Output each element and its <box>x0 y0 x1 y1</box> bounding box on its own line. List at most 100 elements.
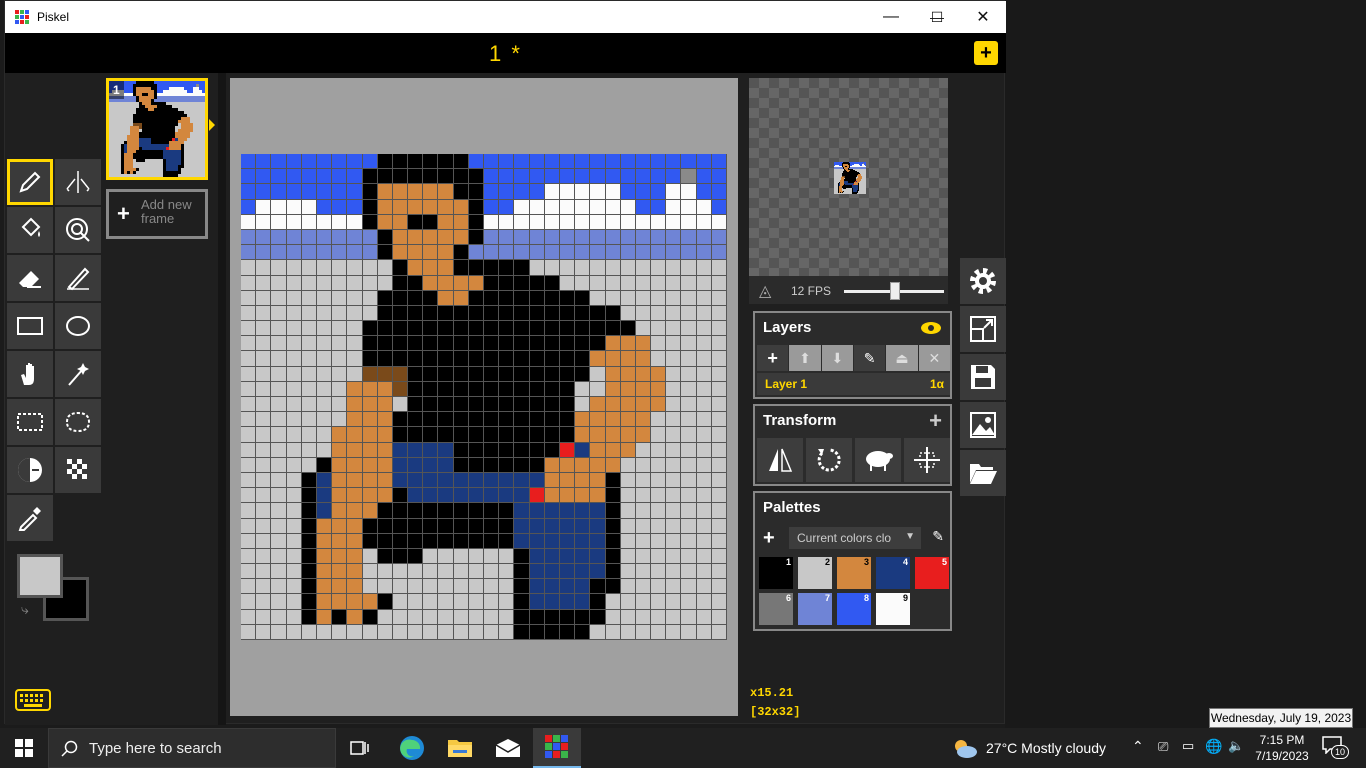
notifications-button[interactable]: 10 <box>1322 736 1350 760</box>
palette-color-swatch[interactable]: 5 <box>915 557 949 589</box>
pixel <box>529 579 545 595</box>
pixel <box>499 275 515 291</box>
document-title[interactable]: 1 * <box>5 41 1006 67</box>
volume-icon[interactable]: 🔈 <box>1228 738 1244 754</box>
palette-color-swatch[interactable]: 9 <box>876 593 910 625</box>
edit-layer-button[interactable]: ✎ <box>853 345 886 371</box>
pixel <box>605 260 621 276</box>
paint-bucket-tool[interactable] <box>7 207 53 253</box>
merge-layer-button[interactable]: ⏏ <box>886 345 918 371</box>
pixel <box>620 260 636 276</box>
pixel <box>484 594 500 610</box>
animation-preview[interactable] <box>749 78 948 276</box>
frames-scrollbar[interactable] <box>218 73 226 725</box>
pixel <box>666 245 682 261</box>
rotate-button[interactable] <box>806 438 852 482</box>
shape-selection-tool[interactable] <box>55 351 101 397</box>
palette-select[interactable]: Current colors clo ▼ <box>789 527 921 549</box>
resize-button[interactable] <box>960 306 1006 352</box>
primary-color-swatch[interactable] <box>17 554 63 598</box>
swap-colors-icon[interactable]: ⤷ <box>21 601 29 618</box>
battery-icon[interactable]: ▭ <box>1182 738 1194 754</box>
create-palette-button[interactable]: + <box>763 527 775 550</box>
pixel <box>468 290 484 306</box>
chevron-up-icon[interactable]: ⌃ <box>1132 738 1144 755</box>
maximize-button[interactable]: ☐ <box>914 1 960 33</box>
flip-button[interactable] <box>757 438 803 482</box>
export-button[interactable] <box>960 402 1006 448</box>
delete-layer-button[interactable]: ✕ <box>918 345 950 371</box>
eraser-tool[interactable] <box>7 255 53 301</box>
rectangle-selection-tool[interactable] <box>7 399 53 445</box>
lighten-tool[interactable] <box>7 447 53 493</box>
onion-skin-icon[interactable]: ◬ <box>759 281 771 301</box>
pixel <box>377 609 393 625</box>
pen-tool[interactable] <box>7 159 53 205</box>
pixel <box>301 594 317 610</box>
fps-slider-handle[interactable] <box>890 282 900 300</box>
dithering-tool[interactable] <box>55 447 101 493</box>
mirror-pen-tool[interactable] <box>55 159 101 205</box>
expand-transform-icon[interactable]: + <box>929 408 942 434</box>
layer-item[interactable]: Layer 1 1α <box>757 373 950 395</box>
move-tool[interactable] <box>7 351 53 397</box>
palette-color-swatch[interactable]: 3 <box>837 557 871 589</box>
pixel <box>468 412 484 428</box>
close-button[interactable]: ✕ <box>960 1 1006 33</box>
move-layer-up-button[interactable]: ⬆ <box>789 345 821 371</box>
palette-color-swatch[interactable]: 4 <box>876 557 910 589</box>
pixel <box>575 229 591 246</box>
pixel <box>271 321 287 337</box>
edge-taskbar-button[interactable] <box>388 728 436 768</box>
lasso-selection-tool[interactable] <box>55 399 101 445</box>
edit-palette-button[interactable]: ✎ <box>932 528 944 545</box>
stroke-tool[interactable] <box>55 255 101 301</box>
pixel <box>529 305 545 322</box>
mail-button[interactable] <box>484 728 532 768</box>
palette-color-swatch[interactable]: 7 <box>798 593 832 625</box>
pixel <box>681 457 697 473</box>
layer-opacity[interactable]: 1α <box>930 377 944 391</box>
color-picker-tool[interactable] <box>7 495 53 541</box>
meet-now-icon[interactable]: ⎚ <box>1158 739 1168 755</box>
drawing-canvas-area[interactable] <box>230 78 738 716</box>
piskel-taskbar-button[interactable] <box>533 728 581 768</box>
align-center-button[interactable] <box>904 438 950 482</box>
add-new-frame-button[interactable]: + Add new frame <box>106 189 208 239</box>
pixel <box>301 260 317 276</box>
save-button[interactable] <box>960 354 1006 400</box>
task-view-button[interactable] <box>336 728 384 768</box>
taskbar-search[interactable]: Type here to search <box>48 728 336 768</box>
palette-color-swatch[interactable]: 6 <box>759 593 793 625</box>
network-globe-icon[interactable]: 🌐 <box>1205 738 1222 755</box>
palette-color-swatch[interactable]: 1 <box>759 557 793 589</box>
rectangle-tool[interactable] <box>7 303 53 349</box>
pixel-canvas[interactable] <box>241 154 727 640</box>
mail-icon <box>495 739 521 757</box>
start-button[interactable] <box>0 728 48 768</box>
pixel <box>392 275 409 291</box>
frame-thumbnail[interactable]: 1 <box>106 78 208 180</box>
file-explorer-button[interactable] <box>436 728 484 768</box>
pixel <box>423 199 439 215</box>
eye-icon[interactable] <box>920 321 942 335</box>
import-button[interactable] <box>960 450 1006 496</box>
palette-color-swatch[interactable]: 2 <box>798 557 832 589</box>
pixel <box>711 427 727 443</box>
minimize-control[interactable]: — <box>868 1 914 33</box>
settings-button[interactable] <box>960 258 1006 304</box>
new-piskel-button[interactable]: + <box>974 41 998 65</box>
pixel <box>484 548 500 565</box>
keyboard-icon[interactable] <box>15 689 51 711</box>
paint-same-color-tool[interactable] <box>55 207 101 253</box>
move-layer-down-button[interactable]: ⬇ <box>821 345 853 371</box>
system-clock[interactable]: 7:15 PM 7/19/2023 <box>1248 732 1316 764</box>
pixel <box>559 154 576 170</box>
pixel <box>544 245 560 261</box>
title-bar[interactable]: Piskel — <box>5 1 1006 33</box>
pixel <box>438 290 454 306</box>
clone-button[interactable] <box>855 438 901 482</box>
add-layer-button[interactable]: + <box>757 345 789 371</box>
palette-color-swatch[interactable]: 8 <box>837 593 871 625</box>
circle-tool[interactable] <box>55 303 101 349</box>
